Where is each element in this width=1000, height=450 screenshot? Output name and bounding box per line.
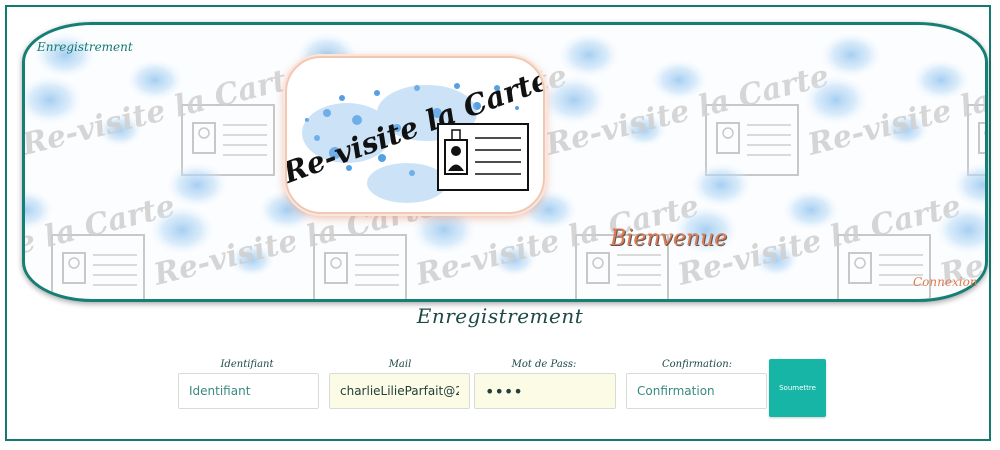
id-badge-icon: [437, 123, 529, 191]
logo-graphic: Re-visite la Carte: [287, 62, 543, 203]
identifier-input[interactable]: [178, 373, 319, 409]
password-label: Mot de Pass:: [511, 359, 577, 370]
confirmation-input[interactable]: [626, 373, 767, 409]
welcome-text: Bienvenue: [610, 226, 728, 251]
nav-register-link[interactable]: Enregistrement: [37, 40, 133, 54]
password-input[interactable]: [474, 373, 616, 409]
confirmation-label: Confirmation:: [661, 359, 733, 370]
mail-input[interactable]: [329, 373, 470, 409]
logo: Re-visite la Carte: [285, 56, 545, 214]
mail-label: Mail: [388, 359, 412, 370]
page-title: Enregistrement: [416, 304, 584, 328]
nav-login-link[interactable]: Connexion: [913, 275, 978, 289]
identifier-label: Identifiant: [220, 359, 274, 370]
submit-button[interactable]: Soumettre: [769, 359, 826, 417]
